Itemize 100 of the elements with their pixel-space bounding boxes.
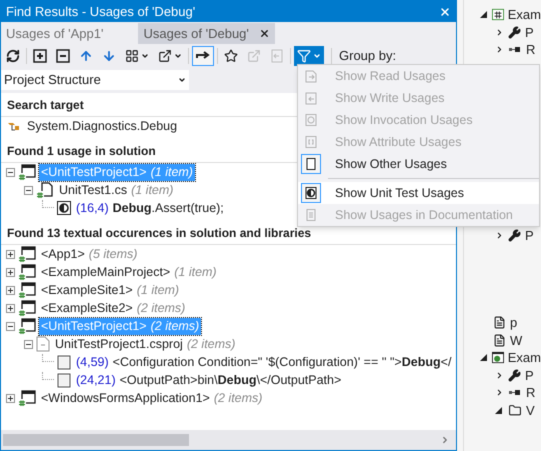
menu-item-label: Show Invocation Usages: [335, 112, 473, 129]
collapse-icon: [24, 186, 33, 194]
caret-icon: [178, 76, 186, 84]
documentation-icon: [304, 208, 318, 222]
tab-label: Usages of 'App1': [6, 24, 104, 43]
expand-icon: [6, 250, 15, 258]
result-row[interactable]: <ExampleSite1> (1 item): [39, 282, 182, 298]
project-icon: [18, 164, 36, 180]
result-name: <UnitTestProject1>: [41, 164, 147, 181]
project-icon: [18, 264, 36, 280]
menu-item-label: Show Usages in Documentation: [335, 206, 513, 224]
result-row[interactable]: (16,4) Debug.Assert(true);: [74, 200, 226, 216]
project-icon: [18, 390, 36, 406]
solution-item[interactable]: P: [525, 22, 534, 42]
tab[interactable]: Usages of 'App1': [1, 23, 108, 44]
folder-icon: [508, 404, 522, 417]
result-name: <App1>: [41, 246, 85, 263]
read-icon: [304, 69, 318, 83]
window-title: Find Results - Usages of 'Debug': [6, 2, 196, 21]
merge-button[interactable]: [192, 46, 214, 66]
item-count: (2 items): [136, 300, 186, 317]
result-row[interactable]: <ExampleMainProject> (1 item): [39, 264, 219, 280]
solution-item[interactable]: V: [526, 400, 535, 420]
filter-icon: [297, 48, 311, 62]
solution-item[interactable]: P: [525, 226, 534, 245]
menu-item[interactable]: Show Other Usages: [298, 153, 539, 175]
result-name: <ExampleSite2>: [41, 300, 133, 317]
result-row[interactable]: UnitTest1.cs (1 item): [57, 182, 176, 198]
solution-item[interactable]: P: [525, 366, 534, 385]
result-name: <OutputPath>bin\Debug\</OutputPath>: [120, 372, 342, 389]
invocation-icon: [304, 113, 318, 127]
code-file-icon: [36, 182, 54, 198]
result-row[interactable]: <App1> (5 items): [39, 246, 140, 262]
position-text: (24,21): [76, 372, 116, 389]
menu-item-label: Show Unit Test Usages: [335, 184, 464, 202]
solution-item[interactable]: W: [510, 330, 522, 350]
result-row[interactable]: (4,59) <Configuration Condition=" '$(Configuration)' == '' ">Debug</: [74, 354, 454, 370]
collapse-icon: [24, 340, 33, 348]
grouping-dropdown[interactable]: Project Structure: [1, 70, 189, 90]
menu-item-label: Show Attribute Usages: [335, 134, 462, 151]
refresh-icon: [6, 48, 20, 62]
solution-item[interactable]: R: [526, 40, 536, 60]
result-row[interactable]: (24,21) <OutputPath>bin\Debug\</OutputPath>: [74, 372, 344, 388]
result-name: Debug.Assert(true);: [112, 200, 224, 217]
expand-icon: [6, 286, 15, 294]
solution-item[interactable]: R: [526, 383, 536, 402]
menu-item-label: Show Write Usages: [335, 90, 445, 107]
wrench-icon: [508, 368, 521, 382]
solution-item[interactable]: Exam: [508, 5, 541, 24]
star-icon: [224, 48, 238, 62]
project-icon: [18, 246, 36, 262]
item-count: (2 items): [186, 336, 236, 353]
document-icon: [57, 372, 71, 388]
item-count: (2 items): [150, 318, 200, 335]
expand-all-icon: [33, 48, 47, 62]
result-name: <UnitTestProject1>: [41, 318, 147, 335]
project-icon: [18, 300, 36, 316]
caret-icon: [141, 52, 149, 60]
expanded-arrow-icon: [480, 11, 487, 18]
up-arrow-icon: [79, 48, 93, 62]
grid-icon: [125, 48, 139, 62]
wrench-icon: [508, 228, 521, 242]
write-icon: [304, 91, 318, 105]
wrench-icon: [508, 26, 521, 39]
collapse-icon: [6, 168, 15, 176]
solution-item[interactable]: Exam: [508, 348, 541, 368]
expand-icon: [6, 268, 15, 276]
other-icon: [304, 157, 318, 171]
close-icon: [439, 6, 451, 18]
result-row[interactable]: <ExampleSite2> (2 items): [39, 300, 188, 316]
result-row[interactable]: UnitTestProject1.csproj (2 items): [53, 336, 238, 352]
section-header: Found 1 usage in solution: [7, 142, 156, 160]
result-name: <ExampleSite1>: [41, 282, 133, 299]
caret-icon: [174, 52, 182, 60]
export-icon: [158, 48, 172, 62]
collapse-all-icon: [56, 48, 70, 62]
tab[interactable]: Usages of 'Debug': [138, 23, 275, 44]
item-count: (5 items): [88, 246, 138, 263]
document-icon: [57, 354, 71, 370]
item-count: (1 item): [131, 182, 174, 199]
down-arrow-icon: [102, 48, 116, 62]
collapse-icon: [6, 322, 15, 330]
file-icon: [36, 336, 50, 352]
menu-item[interactable]: Show Unit Test Usages: [298, 182, 539, 204]
position-text: (4,59): [76, 354, 109, 371]
grouping-value: Project Structure: [4, 71, 101, 90]
solution-item[interactable]: p: [510, 313, 518, 332]
filter-button[interactable]: [294, 46, 324, 66]
result-name: UnitTestProject1.csproj: [55, 336, 183, 353]
scrollbar-thumb[interactable]: [3, 434, 189, 446]
attribute-icon: [304, 135, 318, 149]
position-text: (16,4): [76, 200, 109, 217]
expanded-arrow-icon: [480, 354, 487, 362]
menu-item-label: Show Other Usages: [335, 156, 447, 173]
file-icon: [493, 334, 506, 347]
project-icon: [18, 318, 36, 334]
expand-icon: [6, 304, 15, 312]
result-name: <Configuration Condition=" '$(Configuration)' == '' ">Debug</: [112, 354, 452, 371]
result-row[interactable]: <WindowsFormsApplication1> (2 items): [39, 390, 264, 406]
section-header: Search target: [7, 96, 84, 114]
